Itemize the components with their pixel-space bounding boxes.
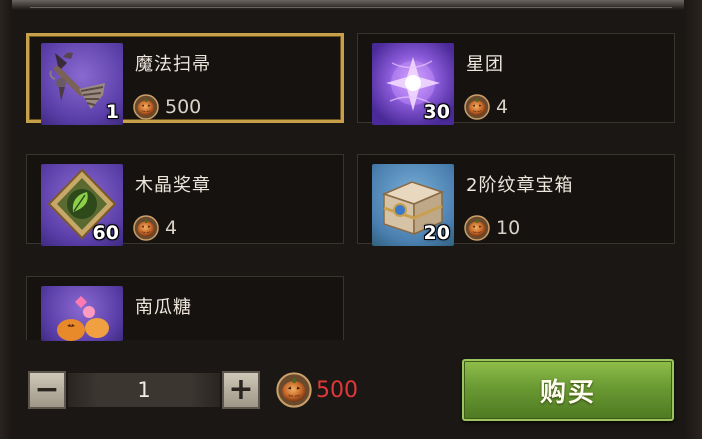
item-price: 10 xyxy=(464,215,520,241)
price-value: 4 xyxy=(496,96,509,118)
quantity-stepper: − 1 + xyxy=(28,371,260,409)
item-name: 魔法扫帚 xyxy=(135,54,211,75)
pumpkin-coin-icon xyxy=(133,94,159,120)
item-name: 2阶纹章宝箱 xyxy=(466,175,574,196)
item-price: 4 xyxy=(464,94,508,120)
pumpkin-coin-icon xyxy=(464,94,490,120)
total-price: 500 xyxy=(276,372,358,408)
minus-icon: − xyxy=(34,372,60,407)
left-frame-edge xyxy=(0,0,12,439)
price-value: 4 xyxy=(165,217,178,239)
price-value: 500 xyxy=(165,96,202,118)
decrease-button[interactable]: − xyxy=(28,371,66,409)
broom-icon: 1 xyxy=(41,43,123,125)
wood-crystal-medal-icon: 60 xyxy=(41,164,123,246)
item-card-star-cluster[interactable]: 30 星团 4 xyxy=(357,33,675,125)
item-name: 木晶奖章 xyxy=(135,175,211,196)
item-card-magic-broom[interactable]: 1 魔法扫帚 500 xyxy=(26,33,344,125)
pumpkin-coin-icon xyxy=(276,372,312,408)
item-quantity: 20 xyxy=(423,222,450,244)
item-name: 星团 xyxy=(466,54,504,75)
item-quantity: 30 xyxy=(423,101,450,123)
right-frame-edge xyxy=(684,0,702,439)
top-frame-bar xyxy=(0,0,702,10)
pumpkin-candy-icon xyxy=(41,286,123,341)
quantity-field[interactable]: 1 xyxy=(68,373,220,407)
item-quantity: 60 xyxy=(92,222,119,244)
star-cluster-icon: 30 xyxy=(372,43,454,125)
item-price: 500 xyxy=(133,94,201,120)
item-card-wood-crystal-medal[interactable]: 60 木晶奖章 4 xyxy=(26,154,344,246)
item-price: 4 xyxy=(133,215,177,241)
increase-button[interactable]: + xyxy=(222,371,260,409)
item-name: 南瓜糖 xyxy=(135,297,192,318)
plus-icon: + xyxy=(228,372,254,407)
buy-button[interactable]: 购买 xyxy=(462,359,674,421)
crest-chest-icon: 20 xyxy=(372,164,454,246)
item-quantity: 1 xyxy=(105,101,119,123)
price-value: 10 xyxy=(496,217,521,239)
pumpkin-coin-icon xyxy=(133,215,159,241)
pumpkin-coin-icon xyxy=(464,215,490,241)
item-card-pumpkin-candy[interactable]: 南瓜糖 xyxy=(26,276,344,341)
total-price-value: 500 xyxy=(316,377,358,403)
item-card-crest-chest[interactable]: 20 2阶纹章宝箱 10 xyxy=(357,154,675,246)
